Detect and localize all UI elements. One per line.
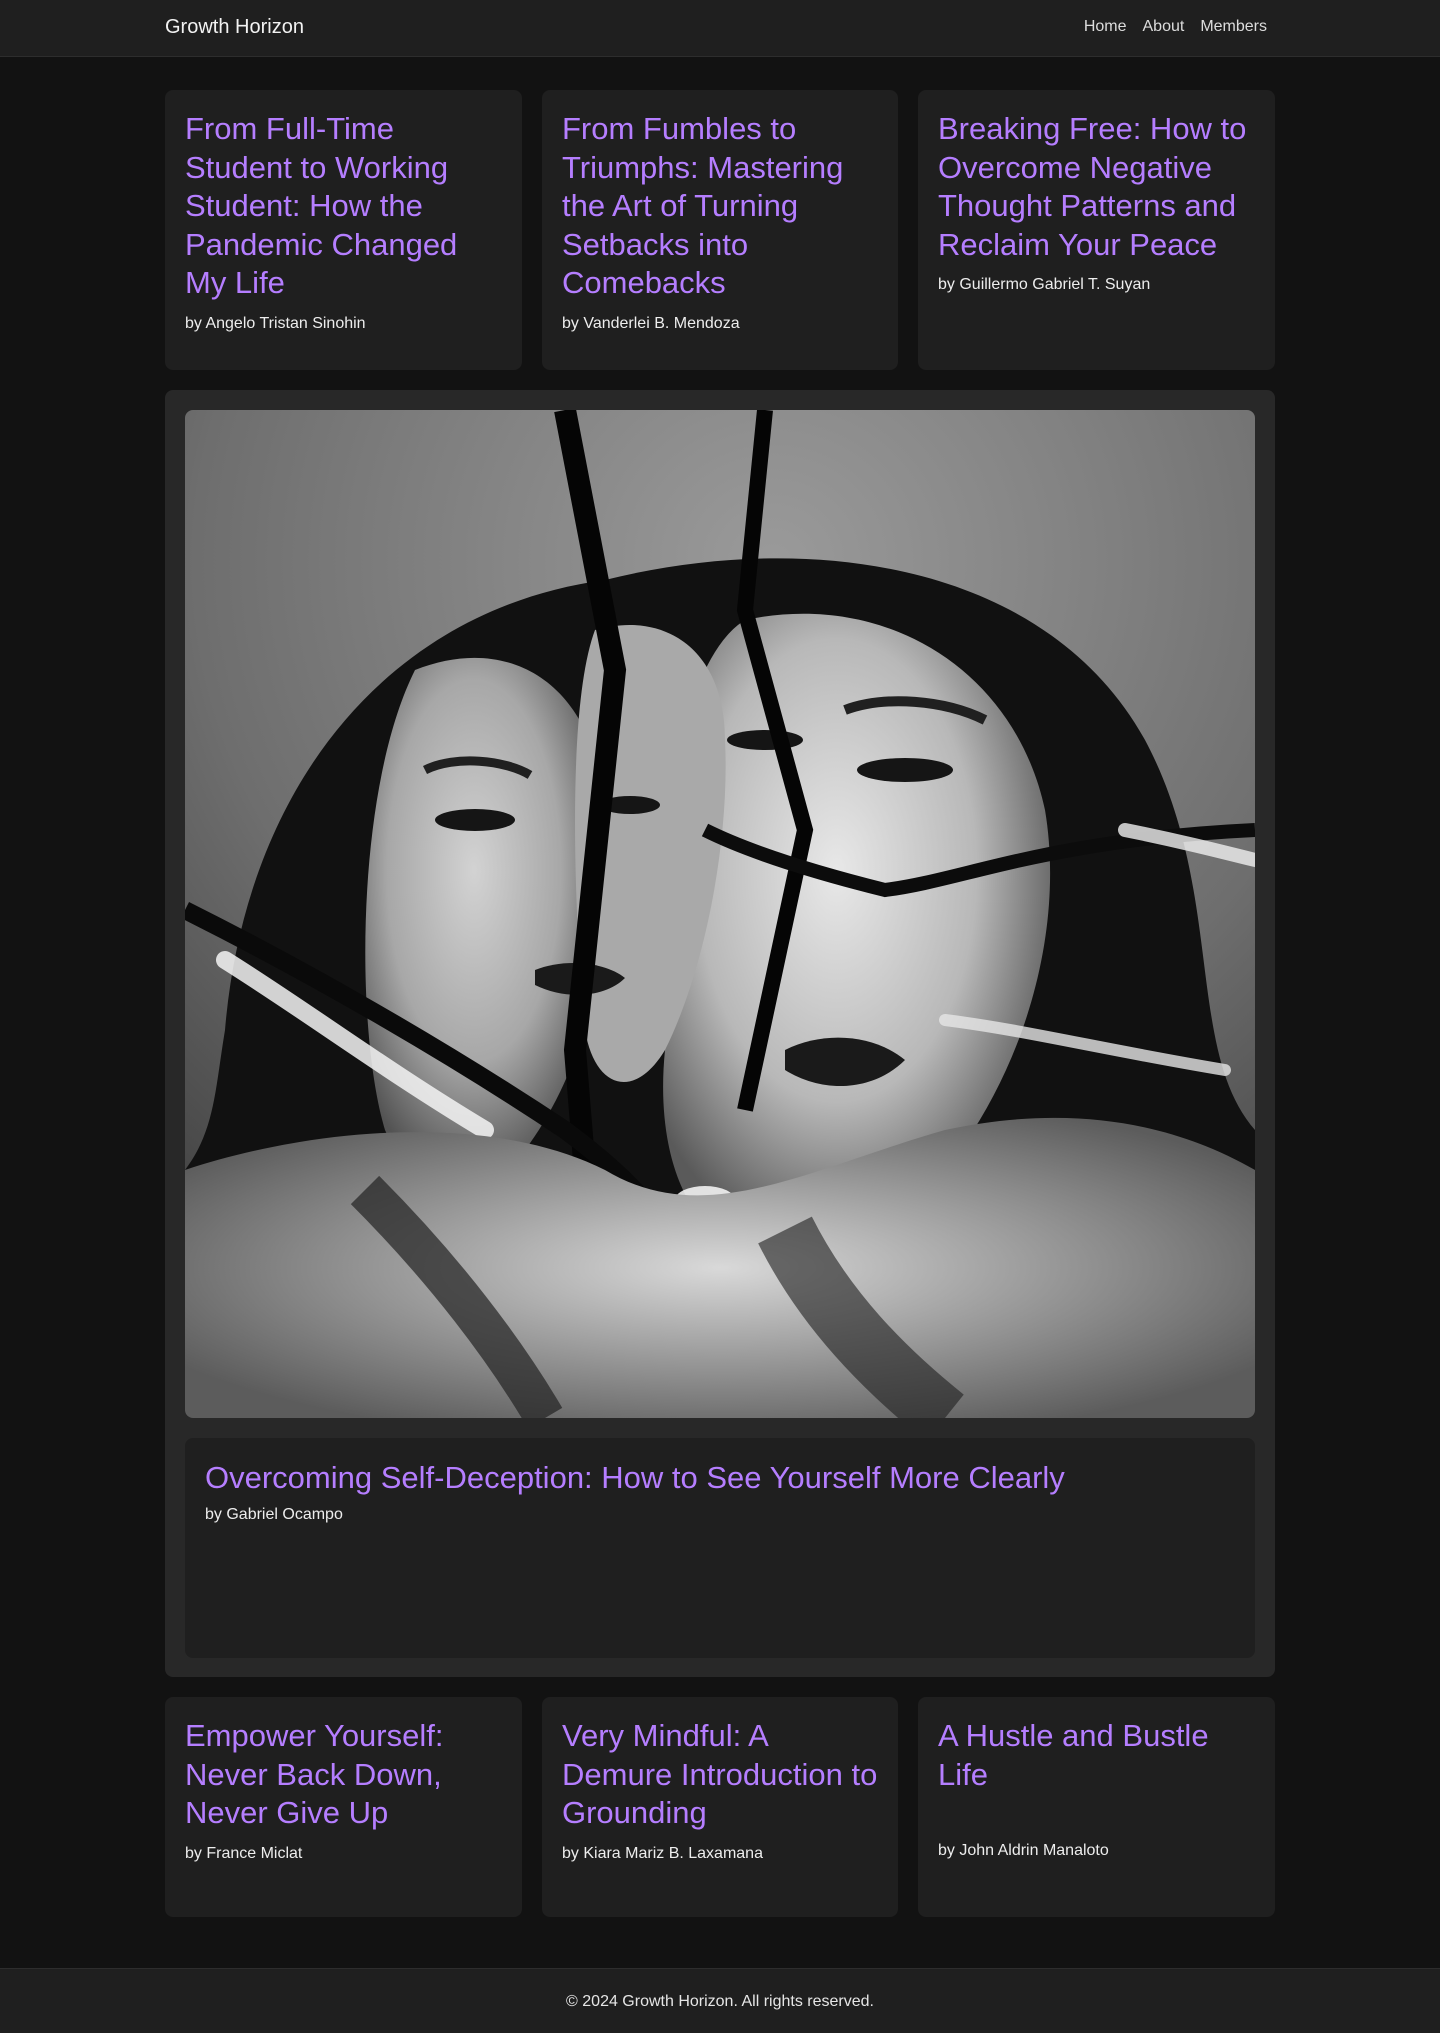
article-title-link[interactable]: From Full-Time Student to Working Studen…: [185, 110, 502, 303]
article-author: by Kiara Mariz B. Laxamana: [562, 1844, 763, 1862]
article-title-link[interactable]: Very Mindful: A Demure Introduction to G…: [562, 1717, 878, 1833]
top-navbar: Growth Horizon Home About Members: [0, 0, 1440, 57]
article-author: by John Aldrin Manaloto: [938, 1842, 1109, 1859]
brand-link[interactable]: Growth Horizon: [165, 16, 304, 39]
article-title-link[interactable]: Breaking Free: How to Overcome Negative …: [938, 110, 1255, 264]
article-card[interactable]: From Full-Time Student to Working Studen…: [165, 90, 522, 370]
article-card[interactable]: Very Mindful: A Demure Introduction to G…: [542, 1697, 898, 1917]
nav-about-link[interactable]: About: [1143, 18, 1185, 36]
article-title-link[interactable]: A Hustle and Bustle Life: [938, 1717, 1255, 1794]
article-title-link[interactable]: From Fumbles to Triumphs: Mastering the …: [562, 110, 878, 303]
article-author: by France Miclat: [185, 1844, 303, 1862]
main-nav: Home About Members: [1084, 18, 1267, 36]
nav-members-link[interactable]: Members: [1200, 18, 1267, 36]
article-author: by Angelo Tristan Sinohin: [185, 314, 366, 332]
article-card[interactable]: From Fumbles to Triumphs: Mastering the …: [542, 90, 898, 370]
featured-title-link[interactable]: Overcoming Self-Deception: How to See Yo…: [205, 1458, 1235, 1498]
nav-home-link[interactable]: Home: [1084, 18, 1127, 36]
site-footer: © 2024 Growth Horizon. All rights reserv…: [0, 1968, 1440, 2033]
article-title-link[interactable]: Empower Yourself: Never Back Down, Never…: [185, 1717, 502, 1833]
article-author: by Vanderlei B. Mendoza: [562, 314, 740, 332]
featured-article[interactable]: Overcoming Self-Deception: How to See Yo…: [165, 390, 1275, 1677]
featured-article-body: Overcoming Self-Deception: How to See Yo…: [185, 1438, 1255, 1658]
featured-author: by Gabriel Ocampo: [205, 1506, 343, 1523]
article-author: by Guillermo Gabriel T. Suyan: [938, 276, 1151, 293]
article-card[interactable]: Breaking Free: How to Overcome Negative …: [918, 90, 1275, 370]
article-card[interactable]: A Hustle and Bustle Life by John Aldrin …: [918, 1697, 1275, 1917]
featured-image[interactable]: [185, 410, 1255, 1418]
featured-photo-illustration: [185, 410, 1255, 1418]
article-card[interactable]: Empower Yourself: Never Back Down, Never…: [165, 1697, 522, 1917]
footer-copyright: © 2024 Growth Horizon. All rights reserv…: [566, 1993, 874, 2010]
